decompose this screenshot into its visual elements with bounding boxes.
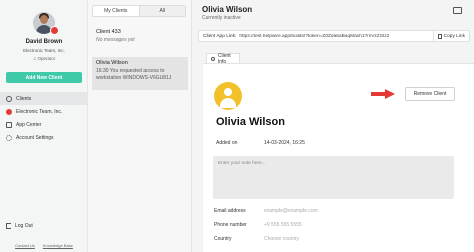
sidebar-item-team[interactable]: Electronic Team, Inc. [0, 105, 88, 118]
sidebar: David Brown Electronic Team, Inc. ♫ Oper… [0, 0, 88, 252]
client-tabs: My Clients All [92, 5, 186, 17]
phone-label: Phone number [214, 222, 247, 228]
header-status: Currently inactive [202, 15, 241, 21]
status-badge [50, 26, 59, 35]
sidebar-item-label: Clients [16, 95, 32, 102]
sidebar-item-label: Account Settings [16, 134, 54, 141]
gear-icon [211, 56, 215, 61]
sidebar-item-app-center[interactable]: App Center [0, 118, 88, 131]
user-avatar[interactable] [33, 12, 59, 35]
added-on-row: Added on 14-03-2024, 16:25 [216, 140, 305, 146]
remove-client-button[interactable]: Remove Client [405, 87, 455, 101]
list-item[interactable]: Client 433 No messages yet [92, 26, 188, 48]
user-name: David Brown [25, 39, 63, 45]
knowledge-base-link[interactable]: Knowledge Base [43, 243, 73, 248]
sidebar-item-label: Electronic Team, Inc. [16, 108, 63, 115]
clients-icon [6, 95, 12, 102]
tab-client-info[interactable]: Client Info [206, 53, 240, 65]
contact-us-link[interactable]: Contact Us [15, 243, 35, 248]
tab-all[interactable]: All [140, 6, 186, 16]
client-app-link-bar: Client App Link: https://test.helpwire.a… [198, 30, 470, 42]
team-icon [6, 108, 12, 115]
conversation-title: Olivia Wilson [96, 60, 128, 66]
header-client-name: Olivia Wilson [202, 5, 253, 14]
conversation-message: No messages yet [96, 37, 135, 43]
email-input[interactable]: example@example.com [264, 208, 318, 214]
added-on-label: Added on [216, 140, 238, 146]
app-link-label: Client App Link: [203, 33, 237, 39]
copy-icon [437, 33, 442, 39]
list-item[interactable]: Olivia Wilson 16:30 You requested access… [92, 57, 188, 90]
apps-icon [6, 121, 12, 128]
settings-icon [6, 134, 12, 141]
conversation-message: 16:30 You requested access to workstatio… [96, 68, 172, 81]
conversation-title: Client 433 [96, 29, 121, 35]
app-link-url[interactable]: https://test.helpwire.app/builds/?token=… [239, 34, 432, 39]
country-label: Country [214, 236, 232, 242]
arrow-right-icon [371, 89, 395, 99]
sidebar-nav: Clients Electronic Team, Inc. App Center… [0, 92, 88, 144]
user-team: Electronic Team, Inc. [23, 48, 65, 53]
email-label: Email address [214, 208, 246, 214]
country-field[interactable]: Country Choose country [214, 236, 299, 242]
added-on-value: 14-03-2024, 16:25 [264, 140, 305, 146]
phone-field[interactable]: Phone number +9 555 555 5555 [214, 222, 302, 228]
tab-my-clients[interactable]: My Clients [93, 6, 140, 16]
client-avatar [214, 82, 242, 110]
user-role: ♫ Operator [32, 56, 56, 61]
note-textarea[interactable]: Enter your note here... [213, 156, 454, 199]
country-select[interactable]: Choose country [264, 236, 299, 242]
phone-input[interactable]: +9 555 555 5555 [264, 222, 302, 228]
client-name: Olivia Wilson [216, 116, 285, 128]
logout-button[interactable]: Log Out [6, 223, 33, 229]
sidebar-item-account-settings[interactable]: Account Settings [0, 131, 88, 144]
chat-icon[interactable] [453, 7, 462, 14]
email-field[interactable]: Email address example@example.com [214, 208, 318, 214]
add-new-client-button[interactable]: Add New Client [6, 72, 82, 83]
copy-link-button[interactable]: Copy Link [432, 31, 469, 41]
sidebar-item-label: App Center [16, 121, 42, 128]
logout-icon [6, 223, 11, 229]
footer-links: Contact Us Knowledge Base [0, 243, 88, 248]
sidebar-item-clients[interactable]: Clients [0, 92, 88, 105]
